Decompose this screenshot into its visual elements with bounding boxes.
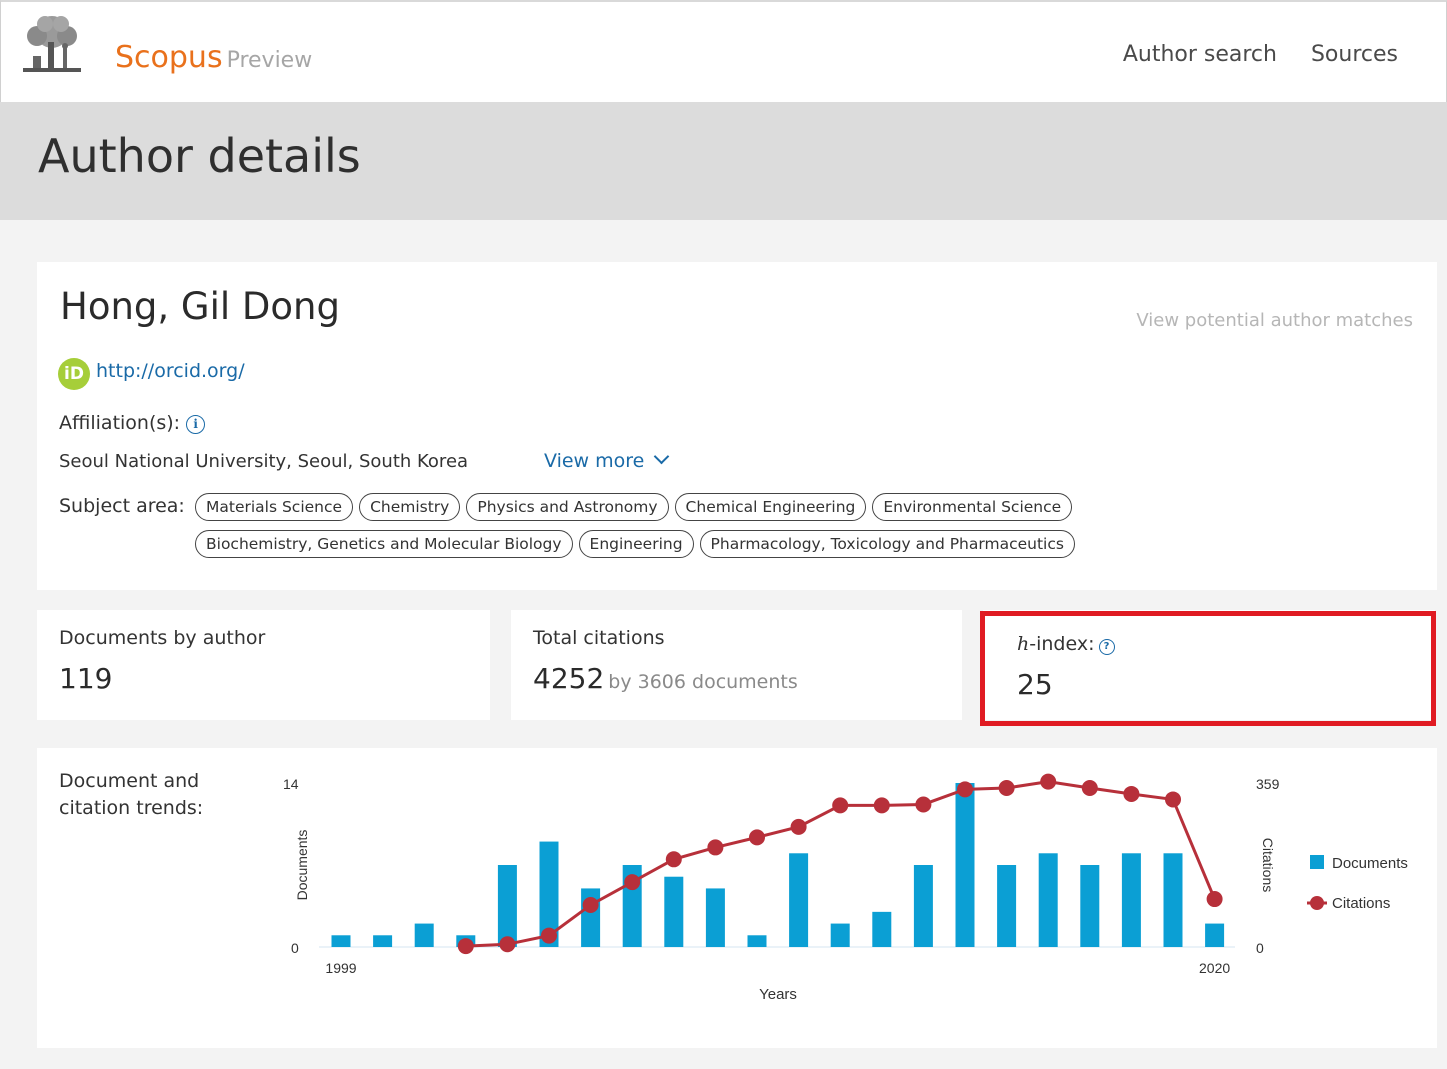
orcid-link[interactable]: http://orcid.org/ (96, 360, 245, 382)
citations-point (957, 781, 973, 798)
documents-bar (373, 935, 393, 947)
author-name: Hong, Gil Dong (60, 285, 340, 328)
subject-area-tag[interactable]: Environmental Science (872, 493, 1073, 521)
documents-metric-card[interactable]: Documents by author 119 (37, 610, 490, 720)
documents-bar (1205, 923, 1225, 947)
document-citation-chart: 14 0 359 0 1999 2020 Years Documents Citations Do… (283, 773, 1408, 1003)
scopus-brand[interactable]: Scopus Preview (115, 38, 312, 81)
hindex-label-rest: -index: (1029, 633, 1095, 655)
y-axis-tick-label: 14 (283, 776, 299, 792)
nav-sources[interactable]: Sources (1311, 42, 1398, 67)
citations-point (1040, 773, 1057, 790)
x-axis-title: Years (759, 986, 797, 1003)
orcid-icon: iD (58, 358, 90, 390)
y-axis-title: Documents (294, 830, 310, 901)
documents-bar (705, 888, 725, 947)
author-profile-card: Hong, Gil Dong View potential author mat… (37, 262, 1437, 590)
subject-area-tag[interactable]: Chemical Engineering (674, 493, 867, 521)
documents-bar (955, 783, 975, 947)
citations-point (998, 780, 1015, 797)
affiliation-label-text: Affiliation(s): (59, 412, 181, 434)
page-title: Author details (38, 129, 361, 183)
subject-area-tag[interactable]: Pharmacology, Toxicology and Pharmaceuti… (699, 530, 1075, 558)
y2-axis-tick-label: 0 (1256, 940, 1264, 956)
hindex-label: h-index:? (1017, 633, 1115, 655)
citations-point (915, 796, 932, 813)
subject-tag-row: Materials Science Chemistry Physics and As… (195, 493, 1095, 521)
affiliation-value: Seoul National University, Seoul, South … (59, 451, 469, 472)
documents-bar (414, 923, 434, 947)
trend-chart-card: Document and citation trends: 14 0 359 0 199… (37, 748, 1437, 1048)
subject-area-tag[interactable]: Biochemistry, Genetics and Molecular Bio… (195, 530, 573, 558)
subject-area-tag[interactable]: Materials Science (195, 493, 354, 521)
documents-metric-label: Documents by author (59, 627, 266, 649)
documents-bar (997, 865, 1017, 947)
top-nav: Author search Sources (1123, 42, 1398, 67)
documents-bar (1038, 853, 1058, 947)
subject-tag-row: Biochemistry, Genetics and Molecular Bio… (195, 530, 1095, 558)
documents-bar (789, 853, 809, 947)
citations-point (873, 797, 890, 814)
citations-point (1081, 780, 1098, 797)
y-axis-tick-label: 0 (291, 940, 299, 956)
y2-axis-tick-label: 359 (1256, 776, 1280, 792)
subject-area-tags: Materials Science Chemistry Physics and As… (195, 493, 1095, 567)
documents-bar (664, 876, 684, 947)
documents-metric-value: 119 (59, 662, 113, 695)
citations-metric-value-row: 4252 by 3606 documents (533, 662, 798, 695)
nav-author-search[interactable]: Author search (1123, 42, 1277, 67)
subject-area-tag[interactable]: Engineering (578, 530, 694, 558)
top-navigation-bar: Scopus Preview Author search Sources (0, 0, 1447, 102)
legend-documents-label: Documents (1332, 855, 1408, 872)
info-icon[interactable]: i (186, 415, 206, 434)
citations-point (457, 938, 474, 955)
legend-citations-label: Citations (1332, 895, 1390, 912)
citations-point (707, 839, 724, 856)
documents-bar (497, 865, 517, 947)
citations-metric-label: Total citations (533, 627, 665, 649)
view-more-button[interactable]: View more (544, 448, 670, 472)
citations-point (790, 818, 807, 835)
citations-metric-sub: by 3606 documents (608, 671, 798, 693)
x-axis-tick-label: 1999 (325, 960, 356, 976)
x-axis-tick-label: 2020 (1199, 960, 1230, 976)
documents-bar (830, 923, 850, 947)
citations-point (1165, 791, 1181, 808)
documents-bar (1121, 853, 1141, 947)
documents-bar (1080, 865, 1100, 947)
view-potential-matches-link[interactable]: View potential author matches (1136, 310, 1413, 331)
citations-point (665, 851, 682, 868)
citations-point (582, 896, 599, 913)
citations-point (1206, 891, 1223, 908)
documents-bar (747, 935, 767, 947)
y2-axis-title: Citations (1260, 838, 1276, 892)
subject-area-tag[interactable]: Physics and Astronomy (466, 493, 669, 521)
elsevier-tree-logo[interactable] (15, 12, 89, 78)
citations-point (541, 927, 557, 944)
documents-bar (1163, 853, 1183, 947)
citations-point (832, 797, 849, 814)
hindex-label-italic: h (1017, 633, 1030, 655)
brand-name: Scopus (115, 40, 223, 75)
subject-area-label: Subject area: (59, 495, 185, 517)
help-icon[interactable]: ? (1098, 639, 1115, 655)
subject-area-tag[interactable]: Chemistry (359, 493, 461, 521)
legend-documents-swatch (1310, 855, 1324, 869)
citations-point (499, 936, 516, 953)
citations-metric-value: 4252 (533, 662, 605, 695)
citations-point (749, 829, 765, 846)
affiliation-label: Affiliation(s): i (59, 412, 206, 434)
hindex-highlight-box: h-index:? 25 (980, 611, 1436, 726)
brand-preview-label: Preview (226, 48, 313, 73)
view-more-label: View more (544, 450, 645, 472)
citations-point (1123, 785, 1140, 802)
documents-bar (872, 911, 892, 947)
chevron-down-icon (654, 448, 670, 465)
citations-point (624, 874, 641, 891)
hindex-value: 25 (1017, 668, 1053, 701)
documents-bar (331, 935, 351, 947)
citations-metric-card[interactable]: Total citations 4252 by 3606 documents (511, 610, 962, 720)
documents-bar (913, 865, 933, 947)
